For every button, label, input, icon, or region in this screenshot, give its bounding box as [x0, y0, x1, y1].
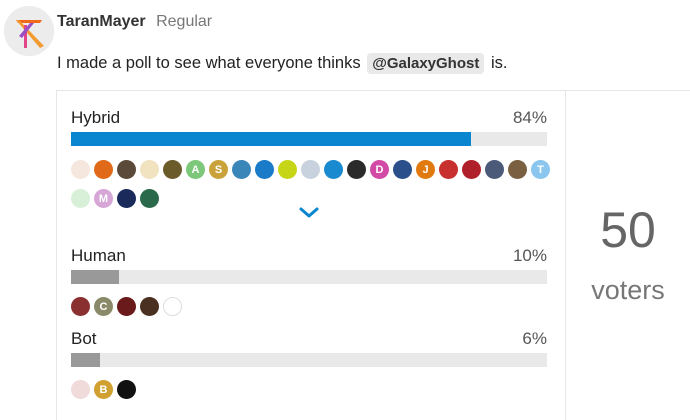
voter-avatar[interactable] [140, 189, 159, 208]
voter-avatar[interactable] [117, 160, 136, 179]
voter-avatar[interactable] [255, 160, 274, 179]
voter-avatar[interactable] [117, 380, 136, 399]
option-bar-track [71, 270, 547, 284]
option-label: Bot [71, 329, 97, 348]
voter-avatar[interactable] [163, 160, 182, 179]
voter-avatar[interactable] [232, 160, 251, 179]
voter-avatar[interactable] [393, 160, 412, 179]
voter-avatar[interactable]: S [209, 160, 228, 179]
voter-avatar[interactable] [71, 297, 90, 316]
voter-avatar[interactable]: T [531, 160, 550, 179]
option-label: Hybrid [71, 108, 121, 127]
voter-avatar[interactable] [117, 189, 136, 208]
poll-divider [565, 90, 566, 420]
option-percent: 6% [522, 329, 547, 348]
voter-list-human: C [71, 297, 551, 316]
poll-option-human: Human 10% [71, 246, 547, 284]
option-bar-fill [71, 270, 119, 284]
voter-list-hybrid: AS D J T M [71, 160, 551, 208]
voter-avatar[interactable]: B [94, 380, 113, 399]
voter-list-bot: B [71, 380, 551, 399]
post-header: TaranMayer Regular [57, 13, 212, 31]
voter-avatar[interactable] [117, 297, 136, 316]
option-bar-fill [71, 132, 471, 146]
voter-avatar[interactable] [439, 160, 458, 179]
voter-avatar[interactable] [324, 160, 343, 179]
voter-avatar[interactable] [140, 297, 159, 316]
post-text-before: I made a poll to see what everyone think… [57, 54, 361, 72]
option-percent: 10% [512, 246, 547, 265]
voter-avatar[interactable] [278, 160, 297, 179]
voter-avatar[interactable] [301, 160, 320, 179]
option-bar-track [71, 132, 547, 146]
voter-avatar[interactable] [163, 297, 182, 316]
voter-avatar[interactable]: D [370, 160, 389, 179]
voter-avatar[interactable]: A [186, 160, 205, 179]
user-title: Regular [156, 13, 213, 30]
poll-option-bot: Bot 6% [71, 329, 547, 367]
option-bar-track [71, 353, 547, 367]
option-bar-fill [71, 353, 100, 367]
post-body: I made a poll to see what everyone think… [57, 53, 507, 74]
author-logo-icon [4, 6, 54, 56]
voter-avatar[interactable] [71, 189, 90, 208]
username-link[interactable]: TaranMayer [57, 13, 146, 30]
voter-avatar[interactable] [140, 160, 159, 179]
option-percent: 84% [512, 108, 547, 127]
voter-avatar[interactable] [71, 380, 90, 399]
voter-avatar[interactable]: C [94, 297, 113, 316]
expand-chevron-icon[interactable] [298, 206, 320, 220]
poll-option-hybrid: Hybrid 84% [71, 108, 547, 146]
voter-avatar[interactable]: J [416, 160, 435, 179]
mention-link[interactable]: @GalaxyGhost [367, 53, 485, 74]
voter-avatar[interactable] [508, 160, 527, 179]
post-text-after: is. [490, 54, 508, 72]
voter-count: 50 [600, 202, 656, 258]
voter-avatar[interactable] [71, 160, 90, 179]
voter-avatar[interactable] [462, 160, 481, 179]
voter-avatar[interactable] [94, 160, 113, 179]
voter-count-label: voters [591, 275, 665, 305]
option-label: Human [71, 246, 126, 265]
voter-avatar[interactable] [347, 160, 366, 179]
voter-avatar[interactable] [485, 160, 504, 179]
author-avatar[interactable] [4, 6, 54, 56]
voter-avatar[interactable]: M [94, 189, 113, 208]
